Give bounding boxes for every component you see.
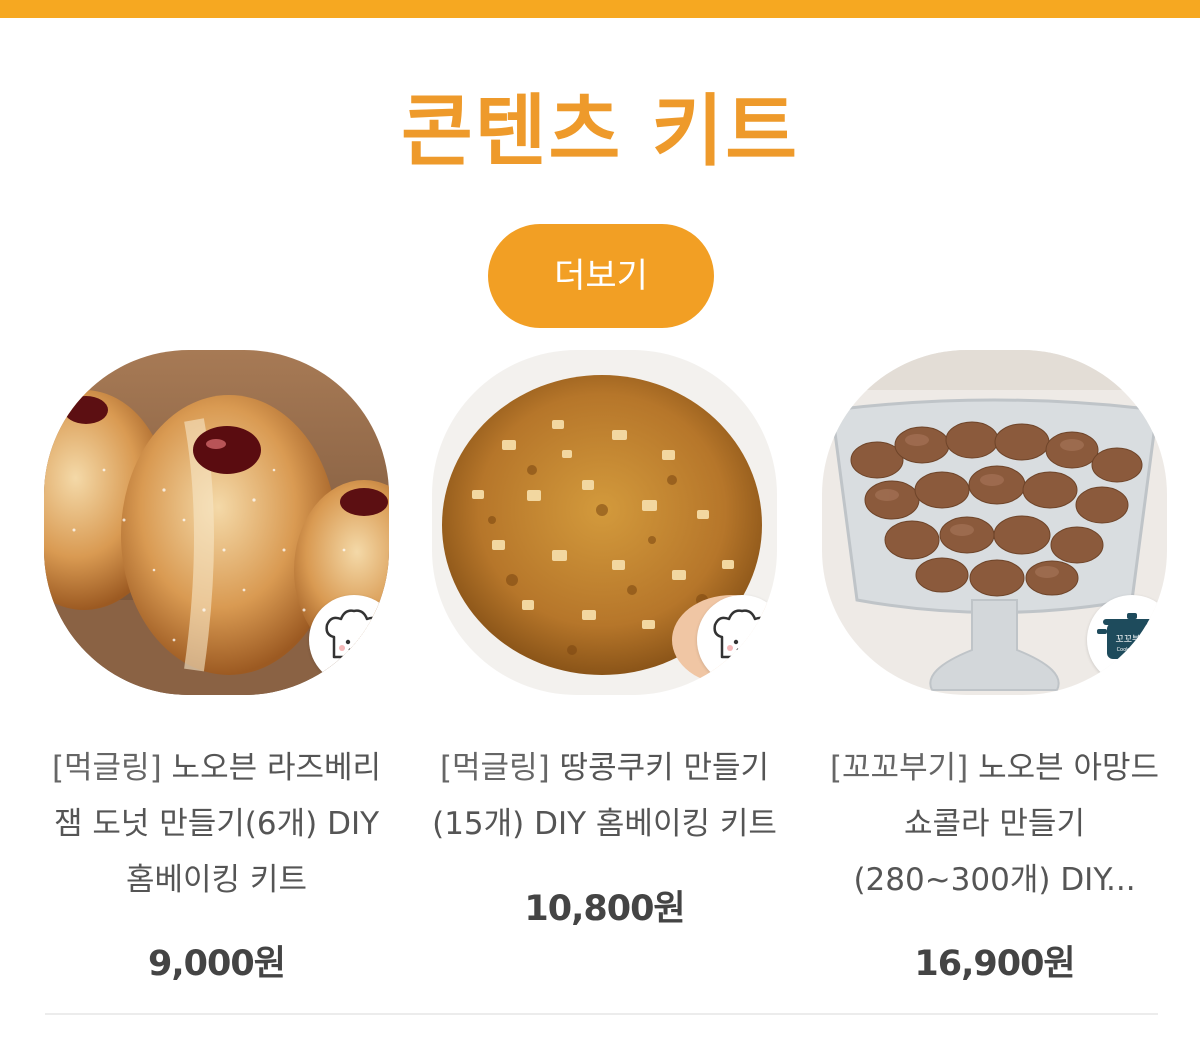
- product-card[interactable]: [먹글링] 땅콩쿠키 만들기 (15개) DIY 홈베이킹 키트 10,800원: [412, 350, 792, 990]
- badge-subtext: Cooking Lab: [1117, 647, 1148, 653]
- section-divider: [45, 1013, 1158, 1015]
- pot-logo-icon: 꼬꼬부기 Cooking Lab: [1087, 595, 1167, 685]
- product-brand: [먹글링]: [439, 750, 550, 786]
- product-name-line: (15개) DIY 홈베이킹 키트: [432, 806, 777, 842]
- almond-chocolate-image[interactable]: 꼬꼬부기 Cooking Lab: [822, 350, 1167, 695]
- more-button[interactable]: 더보기: [488, 224, 714, 328]
- product-price: 16,900원: [914, 944, 1075, 984]
- badge-brand-text: 꼬꼬부기: [1115, 634, 1148, 645]
- product-name-line: 잼 도넛 만들기(6개) DIY: [53, 806, 380, 842]
- jam-donut-image[interactable]: [44, 350, 389, 695]
- product-card[interactable]: [먹글링] 노오븐 라즈베리 잼 도넛 만들기(6개) DIY 홈베이킹 키트 …: [24, 350, 404, 990]
- product-name-line: (280~300개) DIY...: [853, 862, 1136, 898]
- product-brand: [꼬꼬부기]: [829, 750, 969, 786]
- product-card[interactable]: 꼬꼬부기 Cooking Lab [꼬꼬부기] 노오븐 아망드 쇼콜라 만들기 …: [802, 350, 1182, 990]
- product-price: 9,000원: [148, 944, 286, 984]
- product-price: 10,800원: [524, 889, 685, 929]
- chef-hat-logo-icon: [697, 595, 777, 685]
- product-name-line: 땅콩쿠키 만들기: [559, 750, 770, 786]
- product-name[interactable]: [먹글링] 노오븐 라즈베리 잼 도넛 만들기(6개) DIY 홈베이킹 키트: [34, 740, 399, 908]
- product-name-line: 홈베이킹 키트: [126, 862, 307, 898]
- product-name[interactable]: [꼬꼬부기] 노오븐 아망드 쇼콜라 만들기 (280~300개) DIY...: [812, 740, 1177, 908]
- product-brand: [먹글링]: [51, 750, 162, 786]
- top-accent-bar: [0, 0, 1200, 18]
- product-name-line: 쇼콜라 만들기: [904, 806, 1085, 842]
- peanut-cookie-image[interactable]: [432, 350, 777, 695]
- product-name[interactable]: [먹글링] 땅콩쿠키 만들기 (15개) DIY 홈베이킹 키트: [422, 740, 787, 852]
- section-title: 콘텐츠 키트: [401, 87, 799, 177]
- product-name-line: 노오븐 아망드: [978, 750, 1160, 786]
- product-name-line: 노오븐 라즈베리: [171, 750, 382, 786]
- chef-hat-logo-icon: [309, 595, 389, 685]
